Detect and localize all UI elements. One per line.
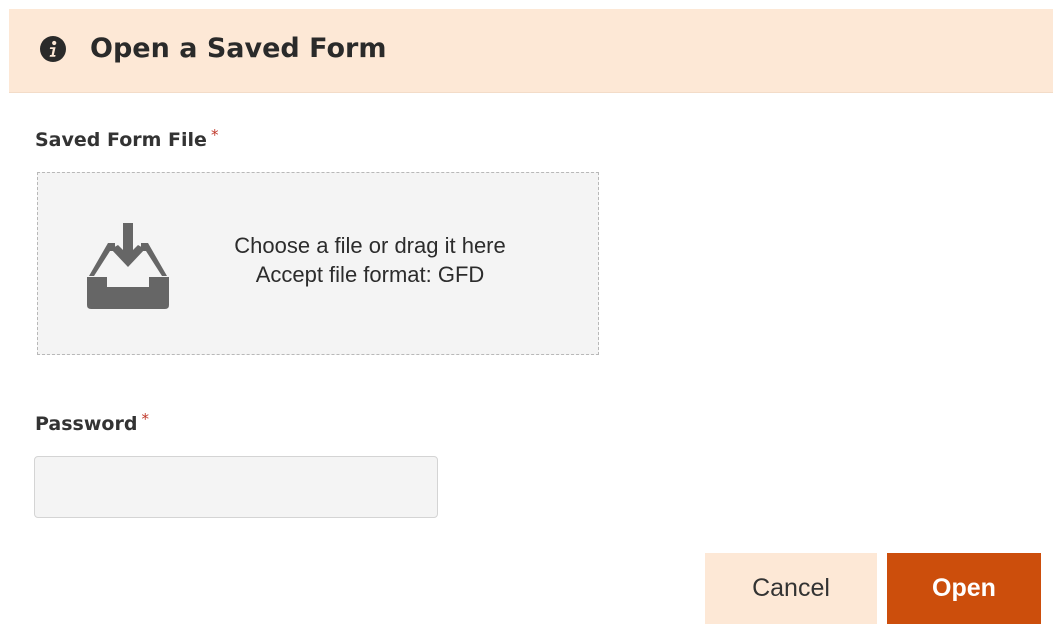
dropzone-instructions: Choose a file or drag it here Accept fil… [174, 231, 566, 289]
dialog-title: Open a Saved Form [90, 33, 387, 64]
saved-form-file-label-text: Saved Form File [35, 129, 207, 151]
password-input[interactable] [34, 456, 438, 518]
tray-download-icon [87, 223, 169, 309]
password-label-text: Password [35, 413, 138, 435]
file-dropzone[interactable]: Choose a file or drag it here Accept fil… [37, 172, 599, 355]
password-label: Password * [35, 410, 149, 437]
dialog-header: Open a Saved Form [9, 9, 1053, 93]
required-marker: * [141, 410, 149, 428]
cancel-button[interactable]: Cancel [705, 553, 877, 624]
dropzone-prompt: Choose a file or drag it here [234, 233, 506, 258]
info-circle-icon [40, 36, 66, 62]
required-marker: * [210, 126, 219, 144]
open-button[interactable]: Open [887, 553, 1041, 624]
dropzone-format-note: Accept file format: GFD [255, 262, 485, 287]
open-saved-form-dialog: Open a Saved Form Saved Form File * Choos… [0, 0, 1053, 624]
saved-form-file-label: Saved Form File * [35, 126, 219, 153]
